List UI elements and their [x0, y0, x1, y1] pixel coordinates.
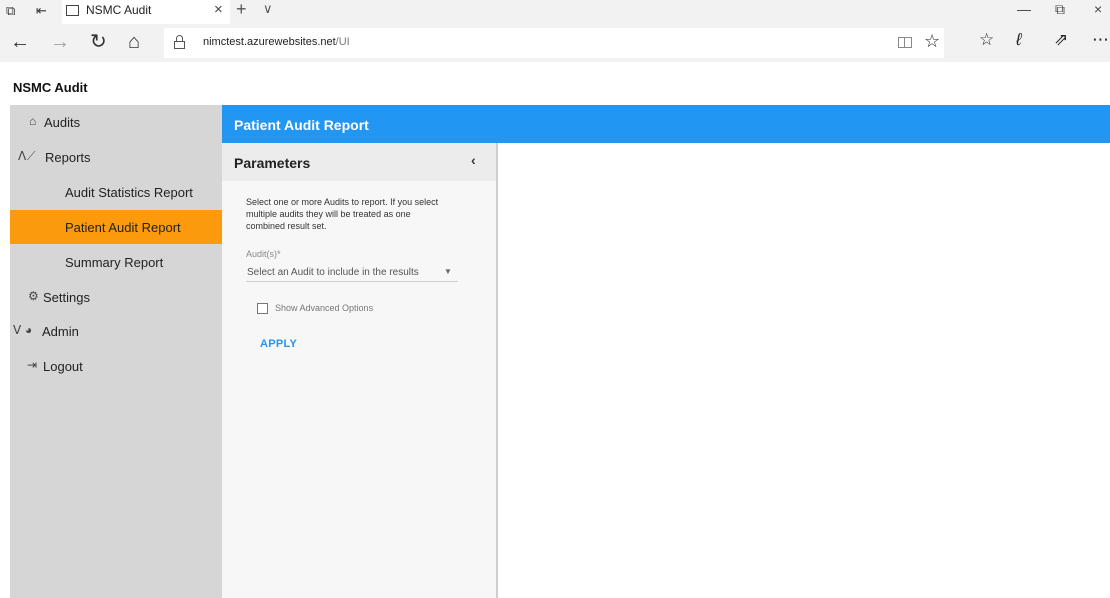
- sidebar-item-logout[interactable]: ⇥ Logout: [10, 349, 222, 383]
- chevron-down-icon: ᐯ: [13, 323, 22, 337]
- apply-button[interactable]: APPLY: [260, 338, 297, 350]
- audit-select[interactable]: Select an Audit to include in the result…: [246, 263, 458, 282]
- collapse-panel-button[interactable]: ‹: [471, 152, 476, 168]
- address-bar-row: ← → ↻ ⌂ nimctest.azurewebsites.net/UI ☆: [0, 24, 1110, 62]
- audit-select-placeholder: Select an Audit to include in the result…: [247, 267, 419, 278]
- home-icon: ⌂: [29, 114, 37, 128]
- sidebar-item-label: Audit Statistics Report: [65, 185, 193, 200]
- close-tab-icon[interactable]: ×: [214, 1, 223, 18]
- sidebar-item-label: Patient Audit Report: [65, 220, 181, 235]
- parameters-header: Parameters ‹: [222, 143, 496, 181]
- sidebar-item-settings[interactable]: ⚙ Settings: [10, 280, 222, 314]
- sign-out-icon: ⇥: [27, 358, 38, 372]
- tab-title: NSMC Audit: [86, 3, 152, 17]
- chart-line-icon: ⟋: [27, 149, 36, 163]
- close-window-icon[interactable]: ×: [1094, 1, 1102, 17]
- refresh-icon[interactable]: ↻: [90, 30, 107, 54]
- sidebar-item-label: Settings: [43, 290, 90, 305]
- set-aside-tabs-icon[interactable]: ⇤: [36, 2, 47, 20]
- browser-tab[interactable]: NSMC Audit ×: [62, 0, 230, 24]
- app-title: NSMC Audit: [13, 80, 88, 95]
- reading-view-icon[interactable]: [898, 37, 912, 48]
- tab-manager-icon[interactable]: ⧉: [6, 2, 15, 20]
- chevron-up-icon: ᐱ: [18, 149, 27, 163]
- app-header: NSMC Audit: [0, 62, 1110, 105]
- report-results-area: [499, 143, 1110, 598]
- web-note-icon[interactable]: ℓ: [1016, 30, 1022, 50]
- minimize-icon[interactable]: —: [1017, 1, 1031, 17]
- forward-icon[interactable]: →: [50, 30, 70, 54]
- sidebar-item-patient-audit-report[interactable]: Patient Audit Report: [10, 210, 222, 244]
- sidebar-item-label: Audits: [44, 115, 81, 130]
- dashboard-icon: ◕: [25, 323, 33, 337]
- advanced-options-checkbox[interactable]: [257, 303, 268, 314]
- parameters-title: Parameters: [234, 155, 311, 171]
- share-icon[interactable]: ⇗: [1054, 30, 1068, 50]
- sidebar-item-summary-report[interactable]: Summary Report: [10, 245, 222, 279]
- url-text[interactable]: nimctest.azurewebsites.net/UI: [203, 36, 350, 48]
- gears-icon: ⚙: [28, 289, 39, 303]
- sidebar-item-audit-statistics-report[interactable]: Audit Statistics Report: [10, 175, 222, 209]
- page-icon: [66, 5, 79, 16]
- restore-icon[interactable]: ⧉: [1055, 1, 1065, 18]
- url-field[interactable]: nimctest.azurewebsites.net/UI ☆: [164, 28, 944, 58]
- sidebar-item-audits[interactable]: ⌂ Audits: [10, 105, 222, 139]
- lock-icon: [174, 35, 185, 49]
- more-icon[interactable]: ⋯: [1092, 30, 1109, 50]
- sidebar-item-label: Summary Report: [65, 255, 164, 270]
- page-title: Patient Audit Report: [234, 117, 369, 133]
- parameters-panel: Parameters ‹ Select one or more Audits t…: [222, 143, 498, 598]
- sidebar-item-reports[interactable]: ᐱ ⟋ Reports: [10, 140, 222, 174]
- advanced-options-label[interactable]: Show Advanced Options: [275, 303, 373, 313]
- parameters-description: Select one or more Audits to report. If …: [246, 197, 439, 231]
- sidebar-item-label: Admin: [42, 324, 79, 339]
- dropdown-arrow-icon: ▼: [444, 267, 452, 276]
- browser-tab-bar: ⧉ ⇤ NSMC Audit × + ∨ — ⧉ ×: [0, 0, 1110, 24]
- favorite-star-icon[interactable]: ☆: [924, 31, 940, 52]
- favorites-hub-icon[interactable]: ☆: [979, 30, 994, 50]
- sidebar-item-label: Reports: [45, 150, 91, 165]
- sidebar-item-admin[interactable]: ᐯ ◕ Admin: [10, 314, 222, 348]
- home-icon[interactable]: ⌂: [128, 30, 140, 54]
- report-header: Patient Audit Report: [222, 105, 1110, 143]
- audit-select-label: Audit(s)*: [246, 249, 281, 259]
- back-icon[interactable]: ←: [10, 30, 30, 54]
- sidebar: ⌂ Audits ᐱ ⟋ Reports Audit Statistics Re…: [10, 105, 222, 598]
- sidebar-item-label: Logout: [43, 359, 83, 374]
- tab-list-chevron-icon[interactable]: ∨: [263, 1, 273, 17]
- new-tab-icon[interactable]: +: [236, 0, 247, 20]
